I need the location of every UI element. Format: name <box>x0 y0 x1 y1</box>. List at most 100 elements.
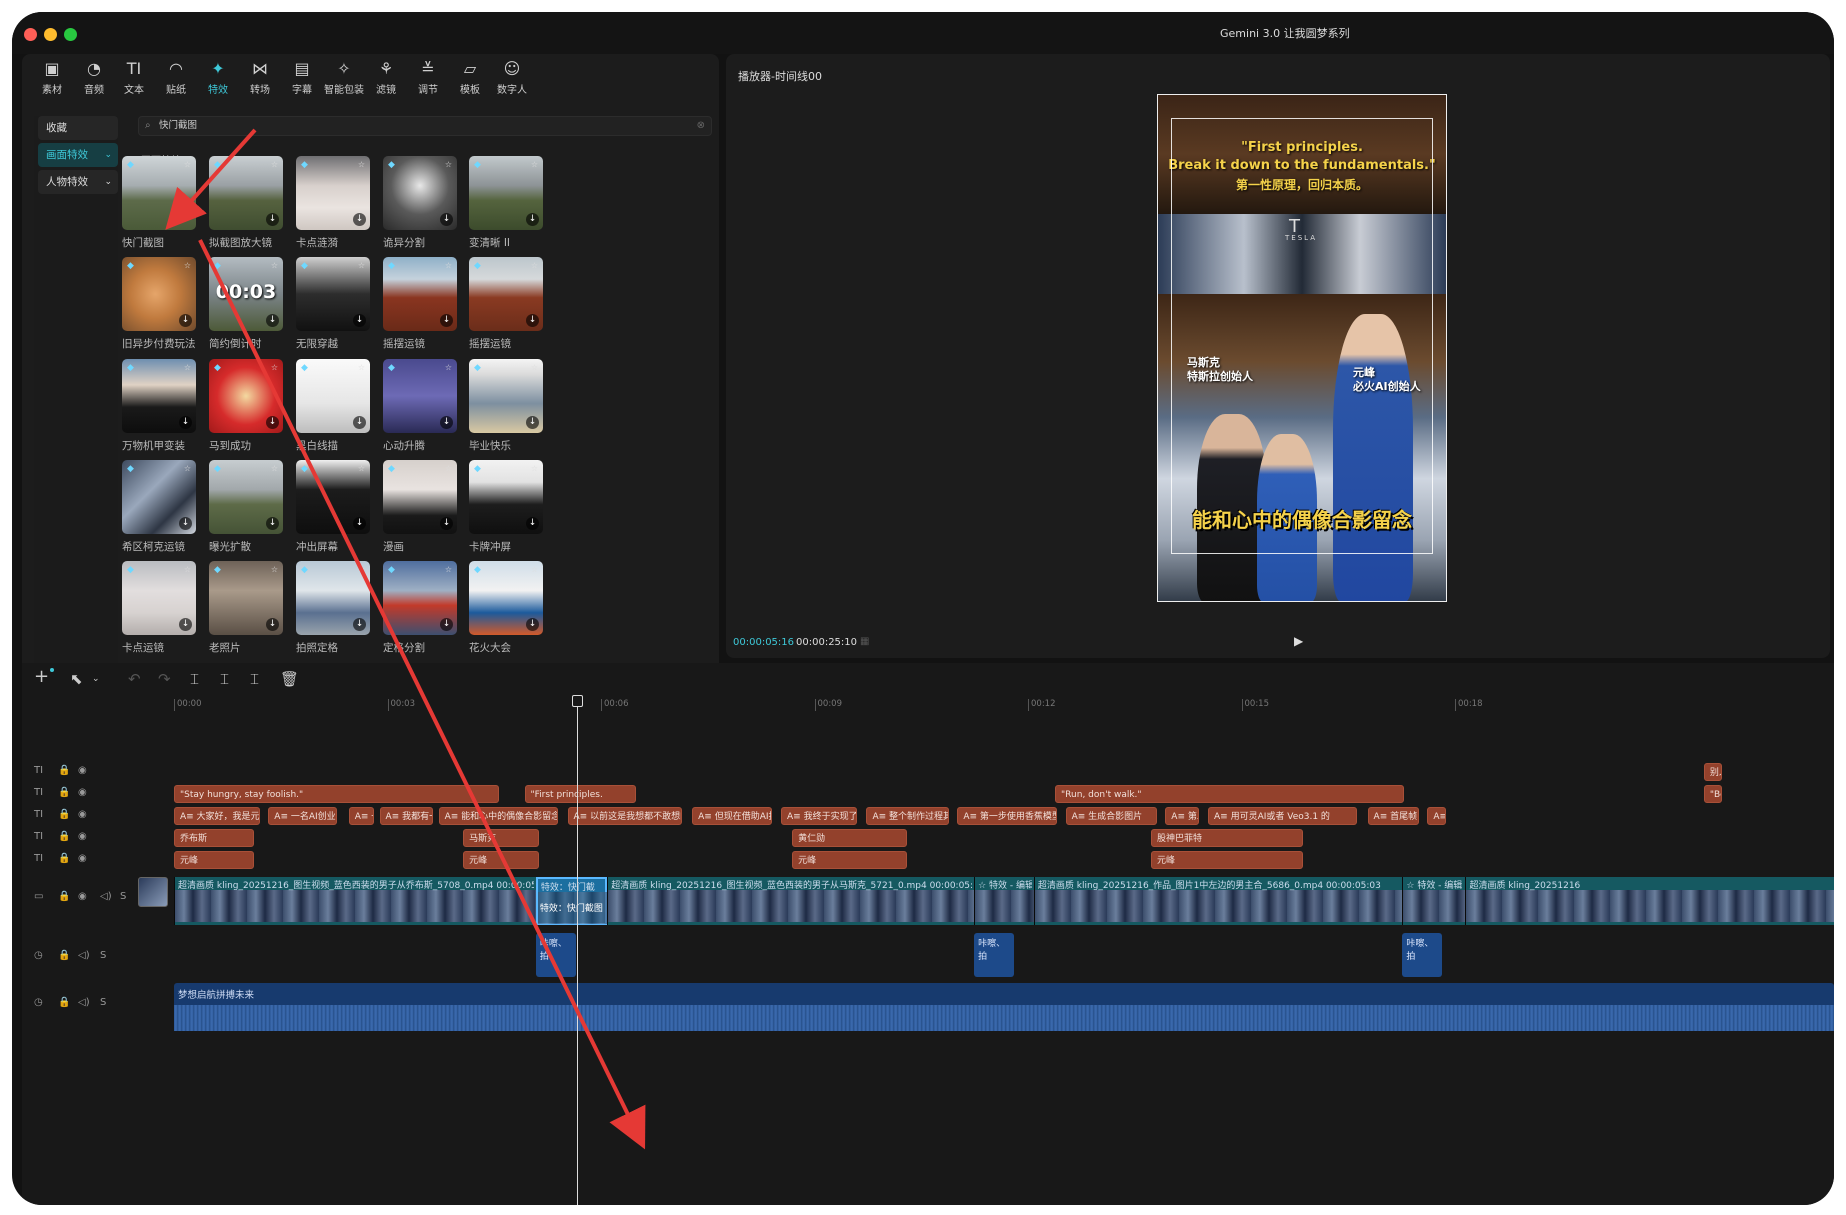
music-track[interactable]: 梦想启航拼搏未来 <box>174 983 1834 1031</box>
text-clip[interactable]: "First principles. <box>524 785 636 803</box>
eye-icon[interactable]: ◉ <box>78 853 87 864</box>
download-icon[interactable]: ↓ <box>266 618 279 631</box>
lock-icon[interactable]: 🔒 <box>58 809 70 820</box>
download-icon[interactable]: ↓ <box>526 314 539 327</box>
favorite-icon[interactable]: ☆ <box>358 464 365 473</box>
timecode-grid-icon[interactable]: ▦ <box>860 636 869 647</box>
tool-adjust[interactable]: ≚ 调节 <box>406 58 450 102</box>
download-icon[interactable]: ↓ <box>266 517 279 530</box>
download-icon[interactable]: ↓ <box>353 314 366 327</box>
text-clip[interactable]: 别人贪婪时我恐惧 <box>1703 763 1722 781</box>
tool-transition[interactable]: ⋈ 转场 <box>238 58 282 102</box>
play-button[interactable]: ▶ <box>1294 634 1303 648</box>
favorite-icon[interactable]: ☆ <box>358 261 365 270</box>
text-clip[interactable]: A≡ 一名AI创业者 <box>268 807 338 825</box>
text-clip[interactable]: A≡ 用可灵AI或者 Veo3.1 的 <box>1208 807 1358 825</box>
favorite-icon[interactable]: ☆ <box>358 363 365 372</box>
favorite-icon[interactable]: ☆ <box>271 261 278 270</box>
effect-card[interactable]: ◆ ☆ ↓ 摇摆运镜 <box>383 257 457 350</box>
delete-icon[interactable]: 🗑 <box>280 670 299 688</box>
text-clip[interactable]: A≡ 一直 <box>348 807 374 825</box>
effect-card[interactable]: ◆ ☆ ↓ 马到成功 <box>209 359 283 452</box>
download-icon[interactable]: ↓ <box>440 416 453 429</box>
video-clip[interactable]: 超清画质 kling_20251216 <box>1465 877 1834 925</box>
sfx-clip[interactable]: 咔嚓、拍 <box>535 933 576 977</box>
favorite-icon[interactable]: ☆ <box>358 160 365 169</box>
download-icon[interactable]: ↓ <box>353 213 366 226</box>
text-clip[interactable]: A≡ 首尾帧 <box>1367 807 1419 825</box>
text-clip[interactable]: A≡ 我终于实现了这个梦想 <box>781 807 858 825</box>
eye-icon[interactable]: ◉ <box>78 765 87 776</box>
effect-card[interactable]: ◆ ☆ ↓ 拟截图放大镜 <box>209 156 283 249</box>
effect-card[interactable]: ◆ ☆ ↓ 摇摆运镜 <box>469 257 543 350</box>
favorite-icon[interactable]: ☆ <box>358 565 365 574</box>
eye-icon[interactable]: ◉ <box>78 831 87 842</box>
download-icon[interactable]: ↓ <box>266 416 279 429</box>
download-icon[interactable]: ↓ <box>179 618 192 631</box>
download-icon[interactable]: ↓ <box>353 517 366 530</box>
favorite-icon[interactable]: ☆ <box>184 363 191 372</box>
text-clip[interactable]: A≡ 大家好，我是元峰 <box>174 807 261 825</box>
effect-card[interactable]: ◆ ☆ ↓ 心动升腾 <box>383 359 457 452</box>
favorite-icon[interactable]: ☆ <box>271 363 278 372</box>
trim-right-icon[interactable]: ⌶ <box>250 670 259 688</box>
effect-card[interactable]: ◆ ☆ ↓ 无限穿越 <box>296 257 370 350</box>
download-icon[interactable]: ↓ <box>526 618 539 631</box>
effect-card[interactable]: 00:03 ◆ ☆ ↓ 简约倒计时 <box>209 257 283 350</box>
text-clip[interactable]: A≡ 生成合影图片 <box>1065 807 1157 825</box>
lock-icon[interactable]: 🔒 <box>58 997 70 1008</box>
effect-card[interactable]: ◆ ☆ ↓ 定格分割 <box>383 561 457 654</box>
select-tool-chevron-icon[interactable]: ⌄ <box>92 674 100 684</box>
text-clip[interactable]: A≡ 我都有一个 <box>379 807 434 825</box>
favorite-icon[interactable]: ☆ <box>531 565 538 574</box>
eye-icon[interactable]: ◉ <box>78 809 87 820</box>
text-clip[interactable]: A≡ 以前这是我想都不敢想的事情 <box>567 807 683 825</box>
video-clip[interactable]: 超清画质 kling_20251216_图生视频_蓝色西装的男子从乔布斯_570… <box>174 877 537 925</box>
playhead-handle[interactable] <box>572 695 583 707</box>
tool-template[interactable]: ▱ 模板 <box>448 58 492 102</box>
favorite-icon[interactable]: ☆ <box>531 261 538 270</box>
favorite-icon[interactable]: ☆ <box>445 160 452 169</box>
favorite-icon[interactable]: ☆ <box>271 565 278 574</box>
effect-card[interactable]: ◆ ☆ ↓ 诡异分割 <box>383 156 457 249</box>
lock-icon[interactable]: 🔒 <box>58 787 70 798</box>
text-clip[interactable]: 股神巴菲特 <box>1151 829 1304 847</box>
undo-icon[interactable]: ↶ <box>128 670 141 688</box>
download-icon[interactable]: ↓ <box>266 213 279 226</box>
favorite-icon[interactable]: ☆ <box>531 464 538 473</box>
download-icon[interactable]: ↓ <box>179 314 192 327</box>
download-icon[interactable]: ↓ <box>266 314 279 327</box>
minimize-window-button[interactable] <box>44 28 57 41</box>
tool-digital-human[interactable]: ☺ 数字人 <box>490 58 534 102</box>
effect-card[interactable]: ◆ ☆ 快门截图 <box>122 156 196 249</box>
solo-icon[interactable]: S <box>100 950 106 961</box>
text-clip[interactable]: "Be fearful when others are greedy, <box>1703 785 1722 803</box>
volume-icon[interactable]: ◁) <box>100 891 112 902</box>
text-clip[interactable]: 元峰 <box>792 851 908 869</box>
tool-audio[interactable]: ◔ 音频 <box>72 58 116 102</box>
subnav-item-1[interactable]: 画面特效 ⌄ <box>38 143 118 167</box>
add-track-button[interactable]: + <box>34 666 49 687</box>
solo-icon[interactable]: S <box>100 997 106 1008</box>
tool-filter[interactable]: ⚘ 滤镜 <box>364 58 408 102</box>
sfx-clip[interactable]: 咔嚓、拍 <box>974 933 1014 977</box>
maximize-window-button[interactable] <box>64 28 77 41</box>
text-clip[interactable]: A≡ 整个制作过程其实很 <box>866 807 949 825</box>
trim-left-icon[interactable]: ⌶ <box>220 670 229 688</box>
text-clip[interactable]: "Stay hungry, stay foolish." <box>174 785 499 803</box>
video-clip[interactable]: ☆ 特效 - 编辑 <box>974 877 1035 925</box>
close-window-button[interactable] <box>24 28 37 41</box>
redo-icon[interactable]: ↷ <box>158 670 171 688</box>
text-clip[interactable]: A≡ 但现在借助AI技术 <box>692 807 773 825</box>
text-clip[interactable]: 马斯克 <box>463 829 540 847</box>
text-clip[interactable]: A≡ <box>1427 807 1446 825</box>
lock-icon[interactable]: 🔒 <box>58 853 70 864</box>
volume-icon[interactable]: ◁) <box>78 997 90 1008</box>
video-clip[interactable]: ☆ 特效 - 编辑 <box>1402 877 1467 925</box>
favorite-icon[interactable]: ☆ <box>184 160 191 169</box>
download-icon[interactable]: ↓ <box>440 213 453 226</box>
download-icon[interactable]: ↓ <box>440 314 453 327</box>
lock-icon[interactable]: 🔒 <box>58 891 70 902</box>
effect-card[interactable]: ◆ ☆ ↓ 卡点涟漪 <box>296 156 370 249</box>
effect-card[interactable]: ◆ ☆ ↓ 毕业快乐 <box>469 359 543 452</box>
